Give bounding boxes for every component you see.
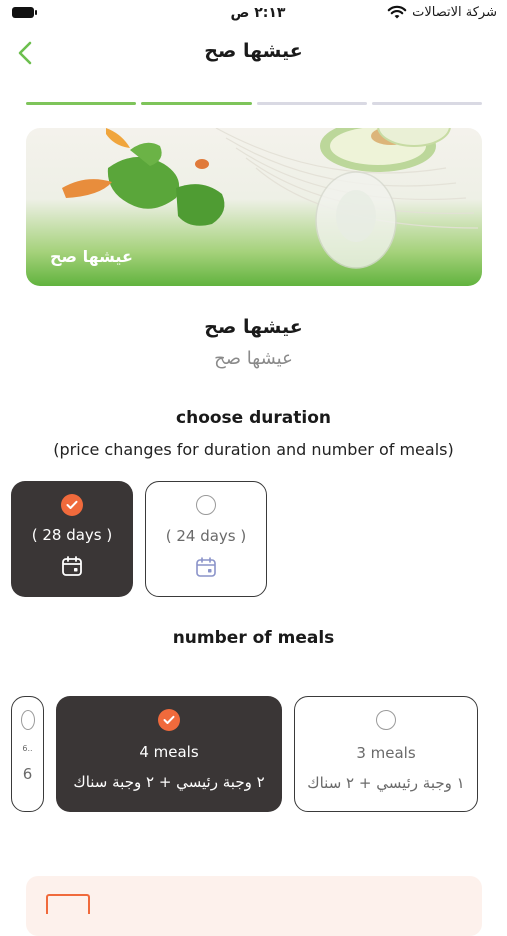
radio-empty-icon	[196, 495, 216, 515]
meals-description: ٢ وجبة رئيسي + ٢ وجبة سناك	[73, 773, 265, 791]
progress-step-4	[371, 102, 482, 105]
meals-label: 6..	[22, 744, 33, 753]
duration-option-28-days[interactable]: ( 28 days )	[11, 481, 133, 597]
duration-label: ( 28 days )	[31, 526, 113, 544]
radio-empty-icon	[20, 710, 35, 730]
meals-label: 3 meals	[356, 744, 416, 762]
duration-label: ( 24 days )	[165, 527, 247, 545]
progress-stepper	[26, 102, 482, 105]
progress-step-3	[256, 102, 367, 105]
duration-note: (price changes for duration and number o…	[53, 440, 454, 459]
duration-option-24-days[interactable]: ( 24 days )	[145, 481, 267, 597]
battery-icon	[12, 7, 34, 18]
status-time: ٢:١٣ ص	[230, 5, 286, 21]
meals-label: 4 meals	[139, 743, 199, 761]
meals-heading: number of meals	[172, 628, 335, 648]
battery-tip	[35, 10, 37, 15]
summary-card-icon	[46, 894, 90, 914]
package-banner: عيشها صح	[26, 128, 482, 286]
check-circle-icon	[61, 494, 83, 516]
status-bar: ٢:١٣ ص شركة الاتصالات	[0, 0, 507, 30]
package-title: عيشها صح	[204, 316, 303, 338]
progress-step-1	[26, 102, 137, 105]
package-subtitle: عيشها صح	[214, 348, 293, 369]
calendar-icon	[196, 557, 216, 577]
summary-card	[26, 876, 482, 936]
calendar-icon	[62, 556, 82, 576]
wifi-icon	[387, 5, 407, 19]
meals-description: ١ وجبة رئيسي + ٢ سناك	[307, 774, 465, 792]
meals-option-6[interactable]: 6.. 6	[11, 696, 44, 812]
banner-label: عيشها صح	[50, 247, 133, 266]
duration-heading: choose duration	[176, 408, 331, 428]
carrier-name: شركة الاتصالات	[412, 5, 497, 20]
meals-description: 6	[22, 765, 33, 783]
radio-empty-icon	[376, 710, 396, 730]
page-title: عيشها صح	[204, 40, 303, 62]
check-circle-icon	[158, 709, 180, 731]
progress-step-2	[141, 102, 252, 105]
meals-option-3-meals[interactable]: 3 meals ١ وجبة رئيسي + ٢ سناك	[294, 696, 478, 812]
meals-option-4-meals[interactable]: 4 meals ٢ وجبة رئيسي + ٢ وجبة سناك	[56, 696, 282, 812]
